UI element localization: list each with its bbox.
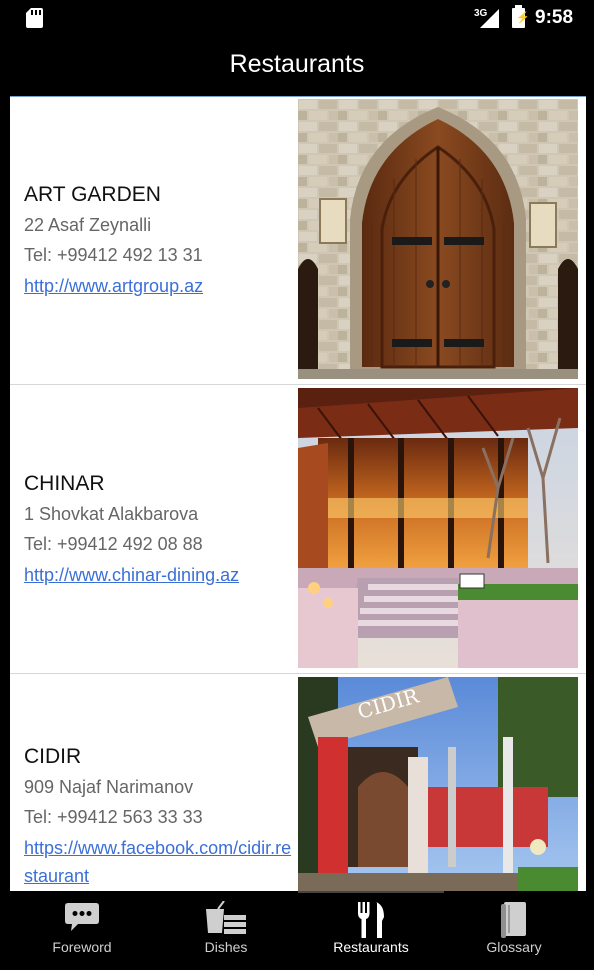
- fork-knife-icon: [356, 901, 386, 944]
- restaurant-card-chinar[interactable]: CHINAR 1 Shovkat Alakbarova Tel: +99412 …: [10, 386, 586, 674]
- restaurant-info: CHINAR 1 Shovkat Alakbarova Tel: +99412 …: [24, 469, 294, 589]
- nav-label: Dishes: [204, 939, 248, 955]
- sd-card-icon: [26, 8, 43, 28]
- restaurant-list[interactable]: ART GARDEN 22 Asaf Zeynalli Tel: +99412 …: [10, 96, 586, 891]
- restaurant-phone[interactable]: Tel: +99412 492 13 31: [24, 240, 294, 270]
- status-bar: 3G ⚡ 9:58: [0, 0, 594, 38]
- restaurant-info: CIDIR 909 Najaf Narimanov Tel: +99412 56…: [24, 742, 294, 890]
- arched-door-image: [298, 99, 578, 379]
- restaurant-image: CIDIR: [298, 677, 578, 891]
- nav-item-foreword[interactable]: Foreword: [10, 891, 154, 970]
- speech-bubble-icon: [64, 901, 100, 938]
- restaurant-card-art-garden[interactable]: ART GARDEN 22 Asaf Zeynalli Tel: +99412 …: [10, 97, 586, 385]
- bottom-navigation: Foreword Dishes Restaurants Glossary: [0, 891, 594, 970]
- restaurant-website-link[interactable]: http://www.chinar-dining.az: [24, 561, 294, 589]
- signal-icon: [480, 9, 499, 28]
- nav-item-restaurants[interactable]: Restaurants: [298, 891, 444, 970]
- restaurant-address: 1 Shovkat Alakbarova: [24, 504, 199, 524]
- restaurant-phone[interactable]: Tel: +99412 563 33 33: [24, 802, 294, 832]
- restaurant-image: [298, 99, 578, 379]
- restaurant-phone[interactable]: Tel: +99412 492 08 88: [24, 529, 294, 559]
- nav-item-glossary[interactable]: Glossary: [444, 891, 584, 970]
- restaurant-address: 909 Najaf Narimanov: [24, 777, 194, 797]
- restaurant-info: ART GARDEN 22 Asaf Zeynalli Tel: +99412 …: [24, 180, 294, 300]
- restaurant-name: ART GARDEN: [24, 183, 161, 206]
- restaurant-website-link[interactable]: https://www.facebook.com/cidir.restauran…: [24, 834, 294, 890]
- cidir-entrance-image: CIDIR: [298, 677, 578, 891]
- app-bar: Restaurants: [0, 38, 594, 96]
- battery-charging-icon: ⚡: [512, 5, 530, 28]
- book-icon: [500, 901, 528, 944]
- status-time: 9:58: [535, 7, 574, 28]
- nav-label: Glossary: [486, 939, 542, 955]
- restaurant-address: 22 Asaf Zeynalli: [24, 215, 152, 235]
- restaurant-name: CHINAR: [24, 472, 105, 495]
- dishes-icon: [204, 900, 248, 940]
- restaurant-image: [298, 388, 578, 668]
- nav-label: Restaurants: [333, 939, 409, 955]
- nav-label: Foreword: [52, 939, 112, 955]
- restaurant-card-cidir[interactable]: CIDIR 909 Najaf Narimanov Tel: +99412 56…: [10, 675, 586, 891]
- restaurant-terrace-image: [298, 388, 578, 668]
- nav-item-dishes[interactable]: Dishes: [154, 891, 298, 970]
- restaurant-website-link[interactable]: http://www.artgroup.az: [24, 272, 294, 300]
- restaurant-name: CIDIR: [24, 745, 82, 768]
- page-title: Restaurants: [229, 50, 365, 78]
